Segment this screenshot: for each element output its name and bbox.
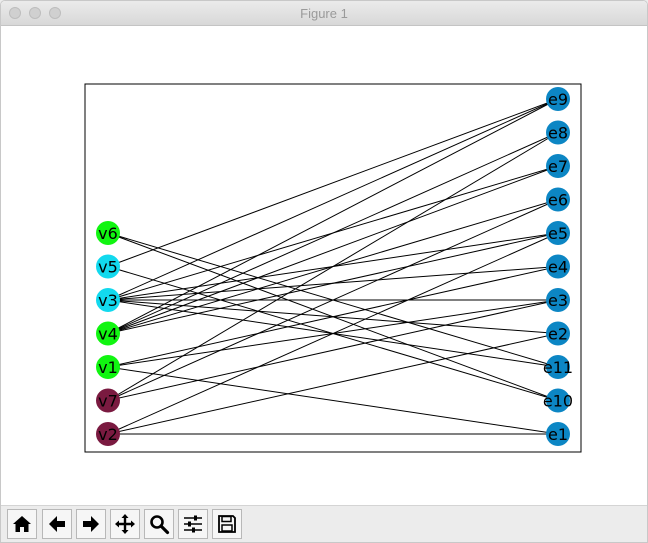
- node-e8: e8: [546, 120, 570, 145]
- node-v2: v2: [96, 422, 120, 446]
- node-label: e5: [548, 224, 568, 243]
- node-v1: v1: [96, 355, 120, 379]
- node-label: e2: [548, 325, 568, 344]
- node-label: v2: [98, 425, 118, 444]
- node-label: v7: [98, 392, 118, 411]
- navigation-toolbar: [1, 505, 647, 542]
- node-e6: e6: [546, 187, 570, 212]
- floppy-disk-icon: [218, 515, 236, 533]
- figure-canvas[interactable]: v6 v5 v3 v4 v1 v7 v2 e9 e8 e7 e6 e5 e4 e3 e2 e11 e10 e1: [1, 26, 647, 505]
- move-icon: [115, 514, 135, 534]
- node-label: e6: [548, 191, 568, 210]
- arrow-right-icon: [83, 516, 99, 532]
- node-e11: e11: [543, 355, 573, 379]
- configure-subplots-button[interactable]: [178, 509, 208, 539]
- node-e5: e5: [546, 221, 570, 245]
- home-icon: [13, 516, 31, 532]
- node-label: e7: [548, 157, 568, 176]
- axes-frame: [84, 83, 582, 453]
- forward-button[interactable]: [76, 509, 106, 539]
- node-e3: e3: [546, 288, 570, 312]
- node-label: e8: [548, 124, 568, 143]
- node-e7: e7: [546, 154, 570, 178]
- node-label: e11: [543, 358, 573, 377]
- node-label: v1: [98, 358, 118, 377]
- node-label: e4: [548, 258, 568, 277]
- node-label: v3: [98, 291, 118, 310]
- graph-plot: v6 v5 v3 v4 v1 v7 v2 e9 e8 e7 e6 e5 e4 e3 e2 e11 e10 e1: [84, 83, 582, 453]
- window-title: Figure 1: [300, 6, 348, 21]
- magnifier-icon: [150, 515, 170, 535]
- node-label: e10: [543, 392, 573, 411]
- zoom-button[interactable]: [144, 509, 174, 539]
- node-e9: e9: [546, 87, 570, 111]
- arrow-left-icon: [49, 516, 65, 532]
- sliders-icon: [184, 515, 202, 533]
- figure-window: Figure 1 v6 v5 v3 v4 v1 v7 v2 e9 e8 e7 e6 e5 e4 e3 e2 e…: [0, 0, 648, 543]
- node-v4: v4: [96, 321, 120, 346]
- pan-button[interactable]: [110, 509, 140, 539]
- node-label: e9: [548, 90, 568, 109]
- node-v5: v5: [96, 254, 120, 279]
- save-button[interactable]: [212, 509, 242, 539]
- node-label: v5: [98, 258, 118, 277]
- node-e2: e2: [546, 321, 570, 346]
- node-e1: e1: [546, 422, 570, 446]
- node-label: v6: [98, 224, 118, 243]
- node-v7: v7: [96, 388, 120, 413]
- title-bar[interactable]: Figure 1: [1, 1, 647, 26]
- node-v3: v3: [96, 288, 120, 312]
- home-button[interactable]: [7, 509, 37, 539]
- node-label: e1: [548, 425, 568, 444]
- back-button[interactable]: [42, 509, 72, 539]
- node-label: v4: [98, 325, 118, 344]
- node-e10: e10: [543, 388, 573, 413]
- node-label: e3: [548, 291, 568, 310]
- node-v6: v6: [96, 221, 120, 245]
- node-e4: e4: [546, 254, 570, 279]
